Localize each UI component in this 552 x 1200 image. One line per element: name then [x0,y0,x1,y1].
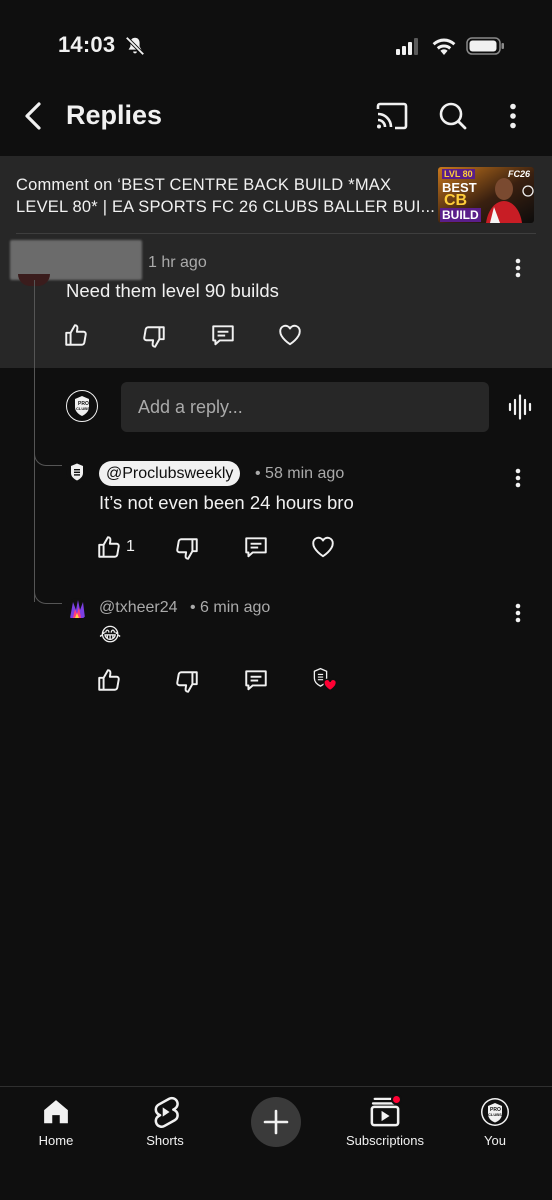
nav-you-label: You [484,1133,506,1148]
heart-icon [279,324,301,346]
video-thumbnail[interactable]: LVL 80 BEST CB BUILD FC26 [438,167,534,223]
dislike-button[interactable] [140,323,168,351]
dislike-button[interactable] [173,668,201,696]
cast-icon [376,102,408,130]
dislike-button[interactable] [173,535,201,563]
comment-timestamp: 1 hr ago [148,254,207,271]
creator-heart-badge [310,666,338,694]
thread-line [34,280,35,602]
like-count: 1 [126,538,135,555]
nav-home-label: Home [38,1133,74,1148]
nav-shorts-label: Shorts [146,1133,184,1148]
nav-subscriptions[interactable]: Subscriptions [335,1094,435,1159]
subscriptions-icon [368,1094,402,1129]
back-arrow-icon [25,102,41,130]
thumb-fc26-badge: FC26 [508,169,531,179]
logo-line2: CLUBS [76,406,90,411]
status-bar: 14:03 [0,0,552,90]
thumb-level-label: LVL 80 [442,169,475,179]
thumbs-up-icon [98,536,120,558]
reply-options-button[interactable] [508,464,528,492]
heart-icon [312,536,334,558]
thumbs-down-icon [176,671,198,693]
page-title: Replies [66,100,163,130]
notification-dot [391,1094,402,1105]
more-vertical-icon [510,103,516,129]
avatar[interactable] [66,461,88,483]
thread-connector [34,452,62,466]
back-button[interactable] [14,96,54,136]
thumbs-down-icon [176,538,198,560]
voice-input-button[interactable] [505,392,535,422]
comment-icon [212,325,234,346]
wifi-icon [430,35,458,62]
plus-icon [263,1109,289,1135]
more-options-button[interactable] [493,96,533,136]
like-button[interactable] [95,666,123,694]
avatar: PRO CLUBS [478,1095,512,1129]
nav-subscriptions-label: Subscriptions [345,1133,425,1148]
more-vertical-icon [515,468,521,488]
reply-timestamp: • 58 min ago [255,465,345,482]
thumbs-down-icon [143,326,165,348]
thread-connector [34,590,62,604]
reply-text: 😂 [99,624,122,646]
reply-composer: PRO CLUBS [0,376,552,438]
cast-button[interactable] [372,96,412,136]
video-context-banner[interactable]: Comment on ‘BEST CENTRE BACK BUILD *MAX … [0,156,552,234]
reply-button[interactable] [242,666,270,694]
reply-button[interactable] [242,533,270,561]
thumb-build-label: BUILD [440,208,481,222]
comment-options-button[interactable] [508,254,528,282]
thumbs-up-icon [98,669,120,691]
reply-author[interactable]: @txheer24 [99,599,178,617]
avatar[interactable] [66,598,88,620]
avatar[interactable]: PRO CLUBS [66,390,98,422]
bottom-navigation: Home Shorts Subscriptions PRO CLUBS You [0,1086,552,1200]
reply-options-button[interactable] [508,599,528,627]
silent-bell-icon [124,35,146,62]
voice-waveform-icon [508,394,532,420]
heart-button[interactable] [309,533,337,561]
reply-text: It’s not even been 24 hours bro [99,492,354,513]
heart-button[interactable] [276,321,304,349]
comment-icon [245,537,267,558]
thumbs-up-icon [65,324,87,346]
reply-timestamp: • 6 min ago [190,599,271,616]
more-vertical-icon [515,258,521,278]
like-button[interactable] [95,533,123,561]
nav-you[interactable]: PRO CLUBS You [445,1095,545,1159]
reply-button[interactable] [209,321,237,349]
parent-comment: 1 hr ago Need them level 90 builds [0,234,552,368]
search-button[interactable] [433,96,473,136]
creator-author-chip[interactable]: @Proclubsweekly [99,461,241,486]
video-context-text: Comment on ‘BEST CENTRE BACK BUILD *MAX … [16,176,436,216]
nav-shorts[interactable]: Shorts [115,1095,215,1159]
top-app-bar: Replies [0,90,552,150]
cellular-signal-icon [394,37,422,60]
reply-input[interactable] [121,382,489,432]
search-icon [439,102,467,130]
more-vertical-icon [515,603,521,623]
creator-heart-icon [313,667,337,692]
shorts-icon [148,1095,182,1129]
nav-home[interactable]: Home [6,1095,106,1159]
battery-icon [466,36,506,61]
like-button[interactable] [62,321,90,349]
home-icon [39,1095,73,1129]
comment-icon [245,670,267,691]
status-time: 14:03 [58,32,116,57]
you-logo-line2: CLUBS [488,1112,502,1117]
create-button[interactable] [251,1097,301,1147]
comment-text: Need them level 90 builds [66,280,279,301]
